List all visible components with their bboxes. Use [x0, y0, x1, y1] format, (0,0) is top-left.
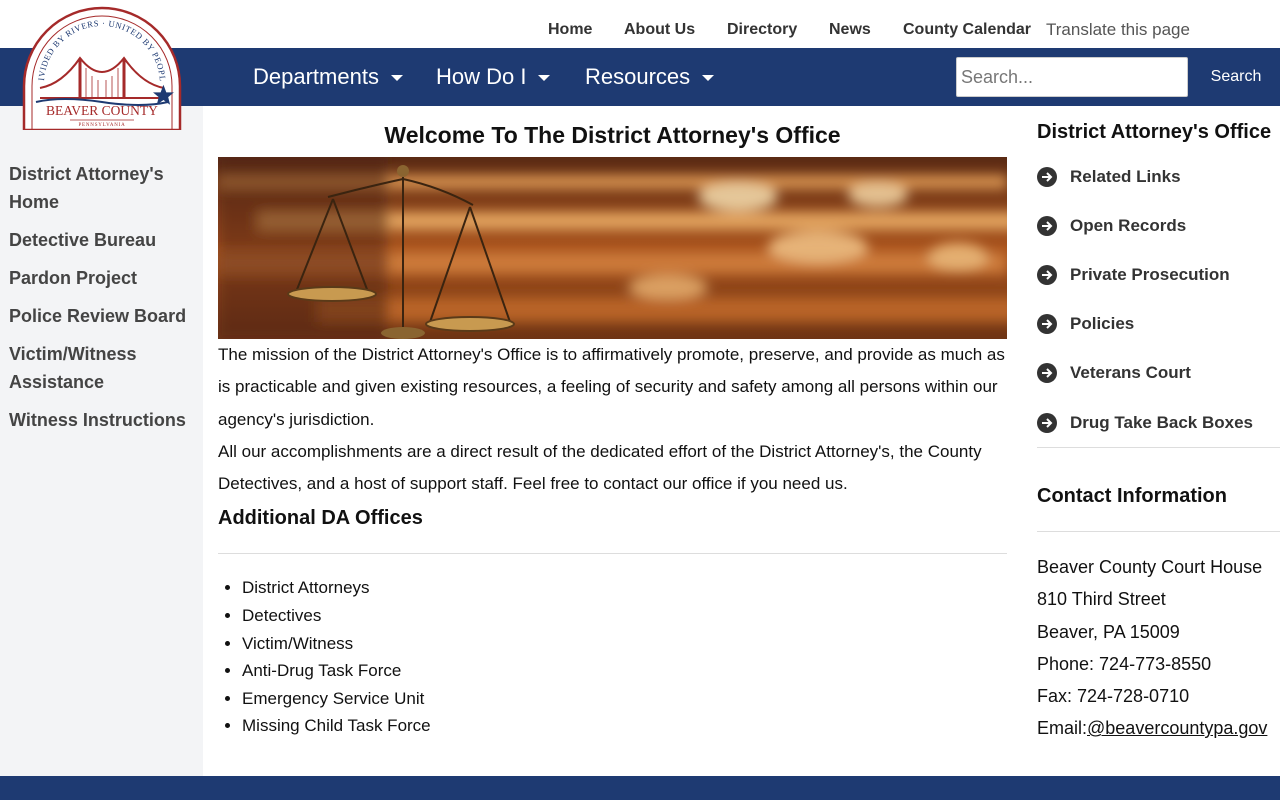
arrow-right-circle-icon	[1037, 363, 1057, 384]
page-title: Welcome To The District Attorney's Offic…	[384, 122, 841, 148]
list-item: Anti-Drug Task Force	[242, 657, 1007, 685]
contact-info: Beaver County Court House 810 Third Stre…	[1037, 551, 1280, 744]
caret-down-icon	[702, 75, 715, 81]
search-input[interactable]	[956, 57, 1188, 97]
main-navigation: Departments How Do I Resources Search	[0, 48, 1280, 106]
top-link-about-us[interactable]: About Us	[624, 21, 695, 39]
divider	[218, 553, 1007, 555]
sidebar-item-detective-bureau[interactable]: Detective Bureau	[9, 226, 199, 254]
arrow-right-circle-icon	[1037, 314, 1057, 335]
list-item: Victim/Witness	[242, 630, 1007, 658]
contact-address-line: 810 Third Street	[1037, 589, 1166, 610]
nav-menu-resources[interactable]: Resources	[585, 48, 715, 106]
search-button[interactable]: Search	[1196, 57, 1276, 97]
footer	[0, 776, 1280, 800]
right-sidebar: District Attorney's Office Related Links…	[1037, 106, 1280, 744]
contact-fax: Fax: 724-728-0710	[1037, 685, 1190, 706]
arrow-right-circle-icon	[1037, 166, 1057, 187]
contact-phone: Phone: 724-773-8550	[1037, 653, 1212, 674]
logo-seal-icon: DIVIDED BY RIVERS · UNITED BY PEOPLE BEA…	[19, 0, 182, 132]
left-sidebar: District Attorney's Home Detective Burea…	[0, 106, 203, 776]
translate-page-link[interactable]: Translate this page	[1046, 20, 1190, 40]
right-link-related-links[interactable]: Related Links	[1037, 152, 1280, 201]
right-link-private-prosecution[interactable]: Private Prosecution	[1037, 250, 1280, 299]
email-link[interactable]: @beavercountypa.gov	[1087, 718, 1267, 738]
main-content: Welcome To The District Attorney's Offic…	[218, 106, 1007, 740]
arrow-right-circle-icon	[1037, 412, 1057, 433]
top-link-directory[interactable]: Directory	[727, 21, 797, 39]
accomplishments-paragraph: All our accomplishments are a direct res…	[218, 441, 982, 494]
mission-paragraph: The mission of the District Attorney's O…	[218, 345, 1005, 429]
right-link-veterans-court[interactable]: Veterans Court	[1037, 349, 1280, 398]
nav-menu-how-do-i[interactable]: How Do I	[436, 48, 551, 106]
offices-list: District Attorneys Detectives Victim/Wit…	[242, 574, 1007, 740]
nav-menu-departments[interactable]: Departments	[253, 48, 403, 106]
sidebar-nav: District Attorney's Home Detective Burea…	[9, 160, 199, 444]
sidebar-item-police-review-board[interactable]: Police Review Board	[9, 302, 199, 330]
nav-menu-label: Departments	[253, 64, 379, 89]
beaver-county-logo[interactable]: DIVIDED BY RIVERS · UNITED BY PEOPLE BEA…	[19, 0, 182, 132]
svg-text:PENNSYLVANIA: PENNSYLVANIA	[78, 123, 125, 128]
caret-down-icon	[538, 75, 551, 81]
list-item: Missing Child Task Force	[242, 712, 1007, 740]
right-link-drug-take-back-boxes[interactable]: Drug Take Back Boxes	[1037, 398, 1280, 447]
right-link-label: Open Records	[1070, 215, 1187, 235]
arrow-right-circle-icon	[1037, 215, 1057, 236]
scales-of-justice-banner	[218, 157, 1007, 339]
right-link-policies[interactable]: Policies	[1037, 300, 1280, 349]
contact-info-heading: Contact Information	[1037, 485, 1227, 508]
sidebar-item-da-home[interactable]: District Attorney's Home	[9, 160, 199, 216]
arrow-right-circle-icon	[1037, 264, 1057, 285]
right-link-label: Private Prosecution	[1070, 264, 1230, 284]
sidebar-item-pardon-project[interactable]: Pardon Project	[9, 264, 199, 292]
nav-menu-label: How Do I	[436, 64, 527, 89]
additional-offices-heading: Additional DA Offices	[218, 507, 423, 530]
email-label: Email:	[1037, 718, 1088, 739]
top-utility-bar: Home About Us Directory News County Cale…	[0, 0, 1280, 48]
right-link-label: Veterans Court	[1070, 363, 1191, 383]
right-link-label: Drug Take Back Boxes	[1070, 412, 1253, 432]
right-link-label: Policies	[1070, 314, 1135, 334]
top-link-home[interactable]: Home	[548, 21, 592, 39]
svg-text:BEAVER COUNTY: BEAVER COUNTY	[46, 103, 158, 118]
divider	[1037, 531, 1280, 533]
contact-address-line: Beaver County Court House	[1037, 557, 1263, 578]
caret-down-icon	[390, 75, 403, 81]
right-link-label: Related Links	[1070, 166, 1181, 186]
nav-menu-label: Resources	[585, 64, 691, 89]
related-links-list: Related Links Open Records Private Prose…	[1037, 152, 1280, 447]
list-item: Emergency Service Unit	[242, 685, 1007, 713]
da-office-heading: District Attorney's Office	[1037, 121, 1272, 143]
divider	[1037, 447, 1280, 449]
list-item: Detectives	[242, 602, 1007, 630]
top-link-county-calendar[interactable]: County Calendar	[903, 21, 1031, 39]
contact-email: Email:@beavercountypa.gov	[1037, 712, 1280, 744]
top-link-news[interactable]: News	[829, 21, 871, 39]
contact-address-line: Beaver, PA 15009	[1037, 621, 1180, 642]
sidebar-item-victim-witness-assistance[interactable]: Victim/Witness Assistance	[9, 340, 199, 396]
list-item: District Attorneys	[242, 574, 1007, 602]
right-link-open-records[interactable]: Open Records	[1037, 201, 1280, 250]
sidebar-item-witness-instructions[interactable]: Witness Instructions	[9, 406, 199, 434]
